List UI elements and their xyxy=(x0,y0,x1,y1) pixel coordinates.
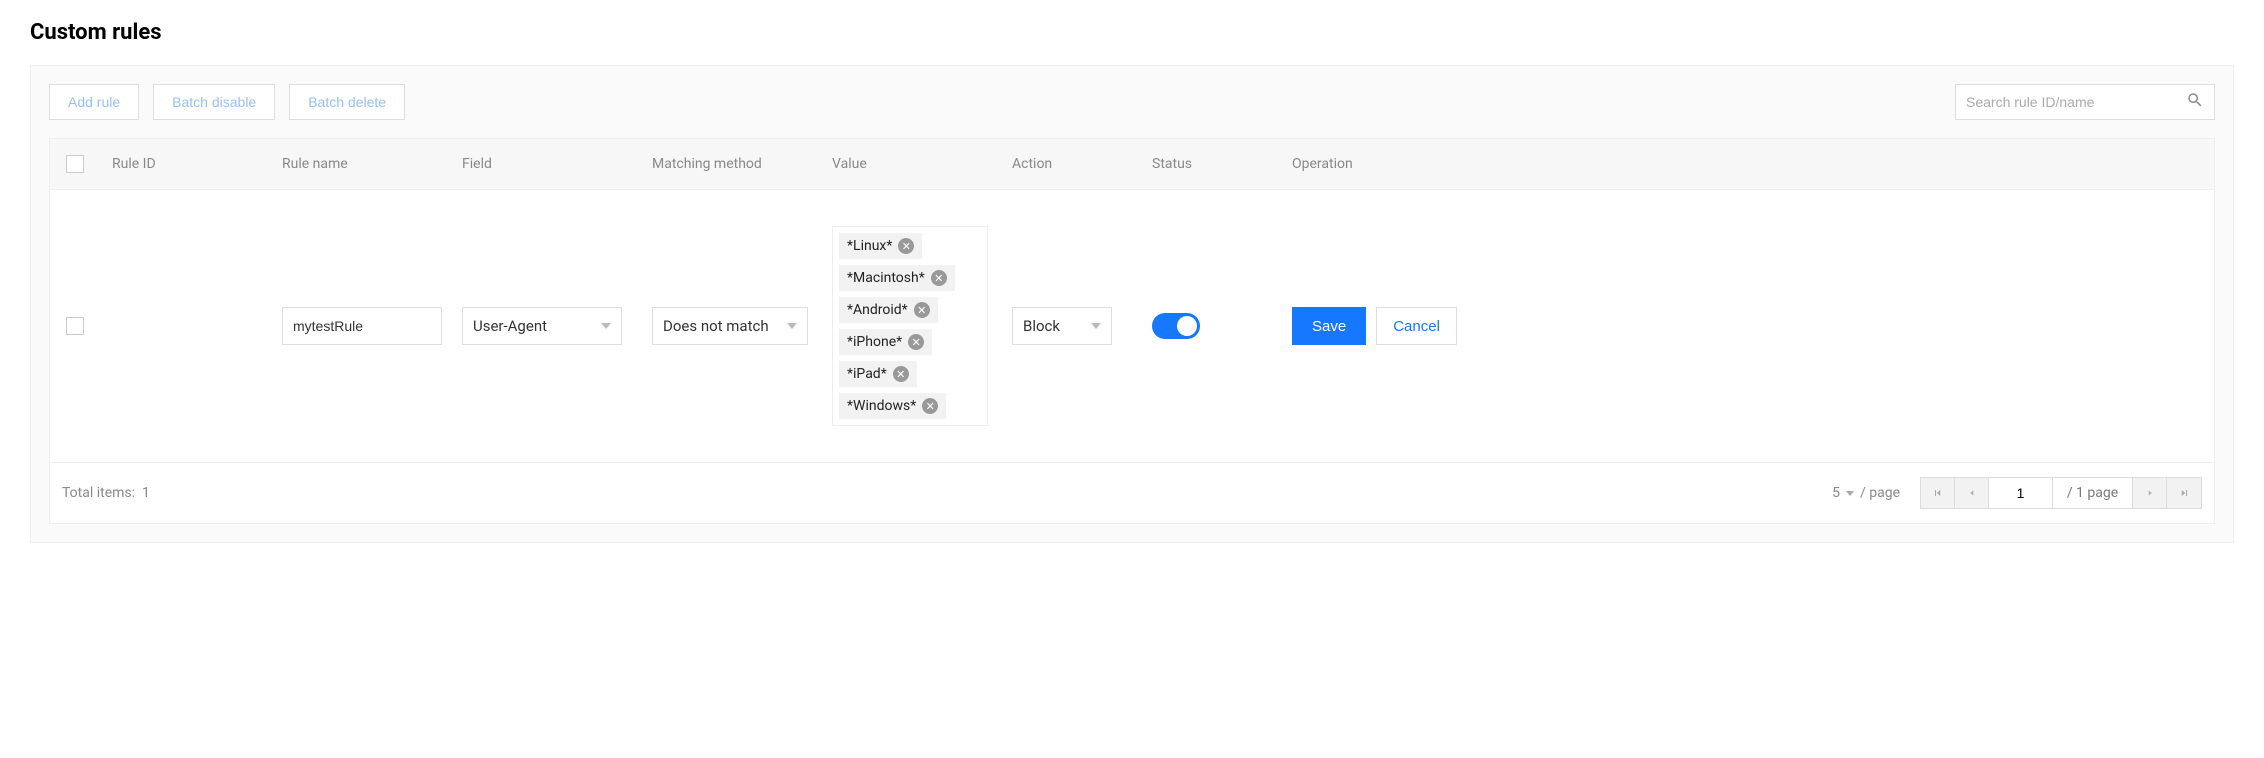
header-rule-id: Rule ID xyxy=(100,140,270,188)
remove-tag-icon[interactable]: ✕ xyxy=(914,302,930,318)
table-row: User-Agent Does not match *Linux*✕ *Maci… xyxy=(50,190,2214,463)
action-select[interactable]: Block xyxy=(1012,307,1112,345)
remove-tag-icon[interactable]: ✕ xyxy=(898,238,914,254)
chevron-down-icon xyxy=(601,323,611,329)
header-matching-method: Matching method xyxy=(640,140,820,188)
pagination: 5 / page / 1 page xyxy=(1832,477,2202,509)
matching-method-value: Does not match xyxy=(663,317,769,335)
value-tags-box[interactable]: *Linux*✕ *Macintosh*✕ *Android*✕ *iPhone… xyxy=(832,226,988,426)
chevron-down-icon xyxy=(1091,323,1101,329)
toolbar: Add rule Batch disable Batch delete xyxy=(49,84,2215,120)
page-title: Custom rules xyxy=(30,20,2234,45)
batch-delete-button[interactable]: Batch delete xyxy=(289,84,405,120)
table-header: Rule ID Rule name Field Matching method … xyxy=(50,139,2214,190)
remove-tag-icon[interactable]: ✕ xyxy=(922,398,938,414)
page-total: / 1 page xyxy=(2053,478,2133,508)
cancel-button[interactable]: Cancel xyxy=(1376,307,1457,345)
header-status: Status xyxy=(1140,140,1280,188)
remove-tag-icon[interactable]: ✕ xyxy=(908,334,924,350)
next-page-button[interactable] xyxy=(2133,478,2167,508)
first-page-button[interactable] xyxy=(1921,478,1955,508)
search-input[interactable] xyxy=(1966,94,2186,110)
field-select[interactable]: User-Agent xyxy=(462,307,622,345)
remove-tag-icon[interactable]: ✕ xyxy=(931,270,947,286)
value-tag: *Linux*✕ xyxy=(839,233,922,259)
value-tag: *iPad*✕ xyxy=(839,361,917,387)
remove-tag-icon[interactable]: ✕ xyxy=(893,366,909,382)
last-page-button[interactable] xyxy=(2167,478,2201,508)
header-value: Value xyxy=(820,140,1000,188)
switch-knob xyxy=(1177,316,1197,336)
cell-rule-id xyxy=(100,310,270,342)
batch-disable-button[interactable]: Batch disable xyxy=(153,84,275,120)
action-select-value: Block xyxy=(1023,317,1060,335)
header-operation: Operation xyxy=(1280,140,2214,188)
value-tag: *iPhone*✕ xyxy=(839,329,932,355)
chevron-down-icon xyxy=(787,323,797,329)
total-items: Total items: 1 xyxy=(62,485,150,501)
header-field: Field xyxy=(450,140,640,188)
matching-method-select[interactable]: Does not match xyxy=(652,307,808,345)
status-toggle[interactable] xyxy=(1152,313,1200,339)
value-tag: *Windows*✕ xyxy=(839,393,946,419)
page-input[interactable] xyxy=(1989,478,2053,508)
value-tag: *Android*✕ xyxy=(839,297,938,323)
field-select-value: User-Agent xyxy=(473,317,547,335)
header-rule-name: Rule name xyxy=(270,140,450,188)
page-nav: / 1 page xyxy=(1920,477,2202,509)
search-icon[interactable] xyxy=(2186,91,2204,113)
save-button[interactable]: Save xyxy=(1292,307,1366,345)
rule-name-input[interactable] xyxy=(282,307,442,345)
search-box[interactable] xyxy=(1955,84,2215,120)
chevron-down-icon xyxy=(1846,491,1854,496)
row-checkbox[interactable] xyxy=(66,317,84,335)
value-tag: *Macintosh*✕ xyxy=(839,265,955,291)
rules-table: Rule ID Rule name Field Matching method … xyxy=(49,138,2215,524)
table-footer: Total items: 1 5 / page / 1 page xyxy=(50,463,2214,523)
header-action: Action xyxy=(1000,140,1140,188)
add-rule-button[interactable]: Add rule xyxy=(49,84,139,120)
select-all-checkbox[interactable] xyxy=(66,155,84,173)
per-page-select[interactable]: 5 / page xyxy=(1832,485,1900,501)
rules-panel: Add rule Batch disable Batch delete Rule… xyxy=(30,65,2234,543)
prev-page-button[interactable] xyxy=(1955,478,1989,508)
